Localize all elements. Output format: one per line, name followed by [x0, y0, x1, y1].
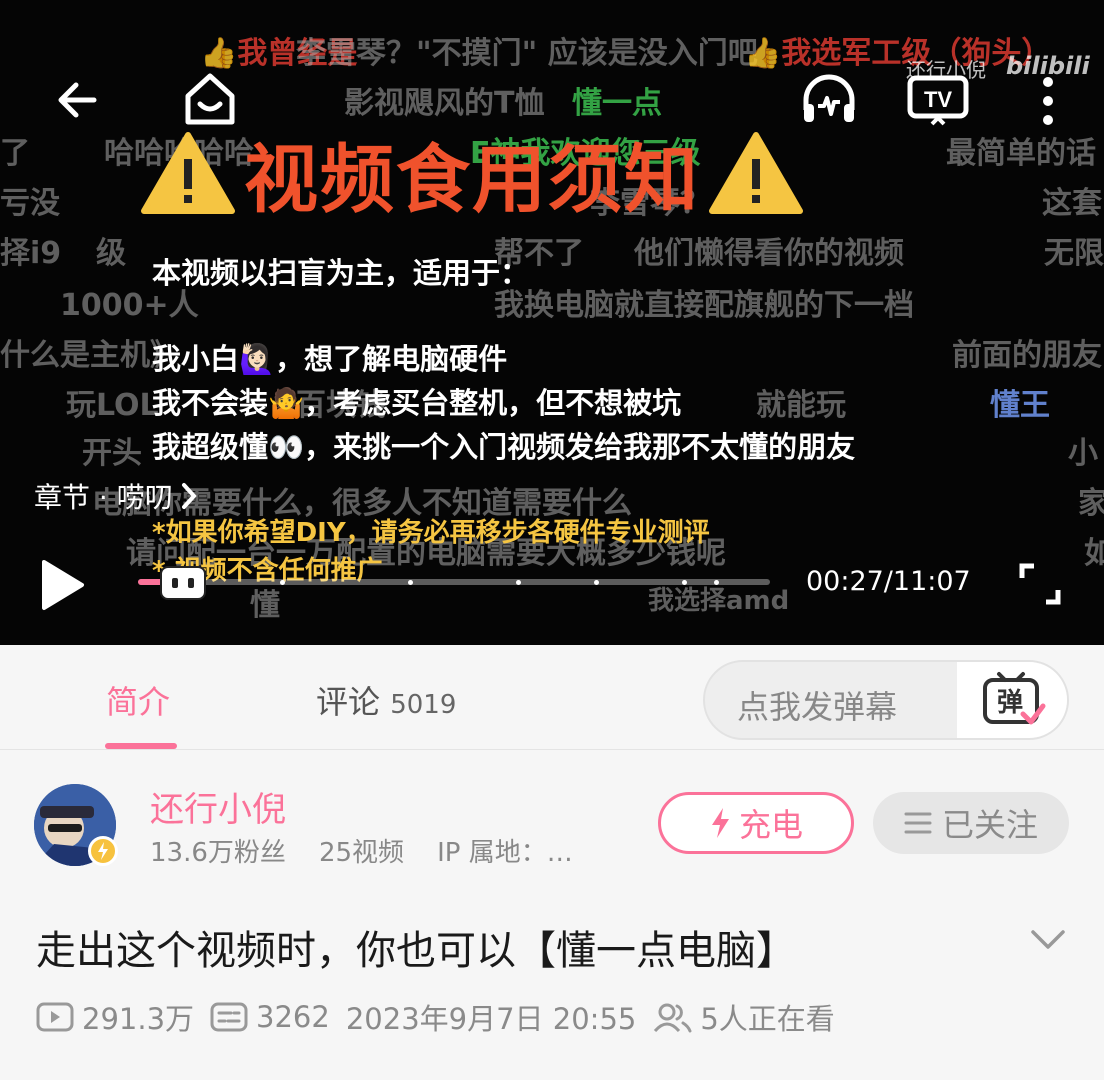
- video-player[interactable]: 👍我曾经是 李雪琴？"不摸门" 应该是没入门吧 👍我选军工级（狗头） 影视飓风的…: [0, 0, 1104, 645]
- uploader-fans: 13.6万粉丝: [150, 838, 286, 868]
- audio-listen-icon[interactable]: [800, 72, 858, 132]
- progress-bar[interactable]: [138, 579, 770, 585]
- chapter-marker: [280, 580, 285, 585]
- uploader-videos: 25视频: [318, 838, 405, 868]
- danmaku-item: 了: [0, 136, 30, 171]
- danmaku-item: 家: [1078, 486, 1104, 521]
- tab-indicator: [105, 743, 177, 749]
- lightning-icon: [711, 808, 729, 838]
- warning-icon: [140, 131, 236, 217]
- danmaku-item: 我换电脑就直接配旗舰的下一档: [494, 288, 914, 323]
- video-warning-title: 视频食用须知: [140, 120, 804, 227]
- danmaku-toggle-button[interactable]: 弹: [957, 662, 1067, 738]
- publish-date: 2023年9月7日 20:55: [346, 996, 637, 1038]
- danmaku-item: 级: [96, 236, 126, 271]
- danmaku-item: 影视飓风的T恤: [344, 86, 545, 121]
- uploader-meta: 13.6万粉丝 25视频 IP 属地：…: [150, 832, 573, 869]
- danmaku-item: 这套: [1042, 186, 1102, 221]
- chevron-down-icon[interactable]: [1030, 928, 1066, 956]
- charge-label: 充电: [738, 806, 803, 844]
- danmaku-count-icon: [210, 1002, 248, 1032]
- danmaku-item: 懂一点: [572, 86, 662, 121]
- video-intro-line: 本视频以扫盲为主，适用于：: [152, 256, 530, 290]
- danmaku-input-placeholder: 点我发弹幕: [737, 688, 898, 726]
- svg-text:TV: TV: [924, 87, 952, 112]
- play-count-icon: [36, 1002, 74, 1032]
- verified-badge-icon: [88, 836, 118, 866]
- people-icon: [654, 1003, 692, 1033]
- video-note-line: *如果你希望DIY，请务必再移步各硬件专业测评: [152, 518, 710, 548]
- page-title: 走出这个视频时，你也可以【懂一点电脑】: [36, 928, 796, 974]
- video-stats: 291.3万 3262 2023年9月7日 20:55 5人正在看: [36, 996, 851, 1038]
- publish-date-value: 2023年9月7日 20:55: [345, 1002, 637, 1036]
- danmaku-item: 亏没: [0, 186, 60, 221]
- danmaku-item: 小: [1068, 436, 1098, 471]
- tab-comments-count: 5019: [390, 690, 457, 720]
- danmaku-item: 就能玩: [756, 388, 846, 423]
- danmaku-item: 懂王: [990, 388, 1050, 423]
- followed-label: 已关注: [941, 806, 1038, 844]
- tab-comments[interactable]: 评论 5019: [316, 677, 456, 723]
- warning-icon: [708, 131, 804, 217]
- charge-button[interactable]: 充电: [658, 792, 854, 854]
- watching-count: 5人正在看: [652, 996, 835, 1038]
- danmaku-item: 如: [1084, 536, 1104, 571]
- uploader-name[interactable]: 还行小倪: [150, 782, 286, 831]
- video-text-line: 我不会装🤷，考虑买台整机，但不想被坑: [152, 386, 682, 420]
- danmaku-item: 开头: [82, 436, 142, 471]
- chapter-marker: [408, 580, 413, 585]
- tab-bar: 简介 评论 5019 点我发弹幕 弹: [0, 645, 1104, 750]
- chapter-marker: [682, 580, 687, 585]
- chapter-marker: [594, 580, 599, 585]
- chapter-selector[interactable]: 章节 · 唠叨: [34, 476, 199, 516]
- progress-thumb-icon[interactable]: [160, 566, 206, 600]
- danmaku-item: 择i9: [0, 236, 62, 271]
- view-count: 291.3万: [36, 996, 194, 1038]
- video-text-line: 我小白🙋🏻‍♀️，想了解电脑硬件: [152, 342, 508, 376]
- danmaku-item: 他们懒得看你的视频: [634, 236, 904, 271]
- chapter-marker: [714, 580, 719, 585]
- danmaku-count-value: 3262: [256, 1000, 330, 1034]
- play-icon[interactable]: [38, 558, 86, 616]
- danmaku-item: 无限: [1044, 236, 1104, 271]
- danmaku-item: 李雪琴？"不摸门" 应该是没入门吧: [296, 36, 758, 71]
- danmaku-item: 我选择amd: [648, 586, 790, 616]
- back-icon[interactable]: [54, 76, 102, 128]
- followed-button[interactable]: 已关注: [873, 792, 1069, 854]
- uploader-ip: IP 属地：…: [437, 838, 573, 868]
- view-count-value: 291.3万: [82, 1002, 195, 1036]
- danmaku-item: 前面的朋友: [952, 338, 1102, 373]
- watching-count-value: 5人正在看: [700, 1002, 835, 1036]
- bilibili-logo: bilibili: [1006, 52, 1090, 80]
- danmaku-toggle-label: 弹: [997, 688, 1024, 718]
- tab-intro[interactable]: 简介: [106, 677, 170, 723]
- chapter-marker: [516, 580, 521, 585]
- video-text-line: 我超级懂👀，来挑一个入门视频发给我那不太懂的朋友: [152, 430, 856, 464]
- danmaku-input[interactable]: 点我发弹幕 弹: [703, 660, 1069, 740]
- tab-comments-label: 评论: [316, 683, 381, 721]
- chevron-right-icon: [181, 483, 197, 509]
- danmaku-item: 玩LOL: [66, 388, 159, 423]
- menu-lines-icon: [904, 812, 932, 834]
- danmaku-count: 3262: [210, 1000, 330, 1034]
- watermark-username: 还行小倪: [906, 58, 986, 82]
- danmaku-item: 最简单的话: [946, 136, 1096, 171]
- more-options-icon[interactable]: [1040, 76, 1056, 130]
- home-icon[interactable]: [180, 70, 240, 134]
- video-title-text: 视频食用须知: [244, 137, 700, 223]
- playback-time: 00:27/11:07: [806, 566, 971, 597]
- chapter-label: 章节 · 唠叨: [34, 481, 173, 514]
- uploader-section: 还行小倪 13.6万粉丝 25视频 IP 属地：… 充电 已关注: [0, 760, 1104, 870]
- fullscreen-icon[interactable]: [1018, 562, 1062, 610]
